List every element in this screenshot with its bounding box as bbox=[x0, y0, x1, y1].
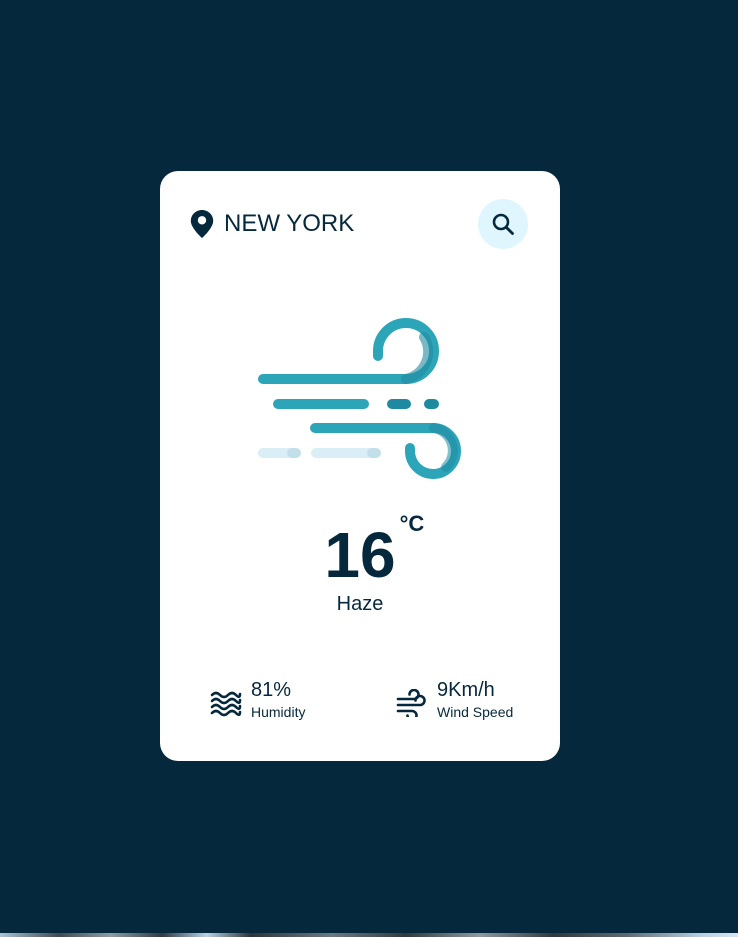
location-pin-icon bbox=[190, 210, 214, 238]
location-input[interactable] bbox=[224, 208, 464, 240]
temperature-value: 16 bbox=[324, 519, 396, 591]
taskbar-strip bbox=[0, 933, 738, 937]
humidity-value: 81% bbox=[251, 679, 292, 701]
weather-image bbox=[256, 317, 466, 487]
water-waves-icon bbox=[210, 689, 242, 717]
temperature-unit: °C bbox=[399, 511, 425, 536]
wind-label: Wind Speed bbox=[437, 704, 514, 720]
temperature: 16 °C bbox=[160, 511, 560, 595]
wind-value: 9Km/h bbox=[437, 679, 495, 701]
search-box bbox=[190, 199, 528, 249]
search-button[interactable] bbox=[478, 199, 528, 249]
weather-card: 16 °C Haze 81% Humidity bbox=[160, 171, 560, 761]
weather-description: Haze bbox=[336, 593, 384, 615]
wind-icon bbox=[256, 318, 466, 491]
wind-speed-icon bbox=[396, 688, 428, 722]
humidity-label: Humidity bbox=[251, 704, 306, 720]
page: 16 °C Haze 81% Humidity bbox=[0, 0, 738, 937]
